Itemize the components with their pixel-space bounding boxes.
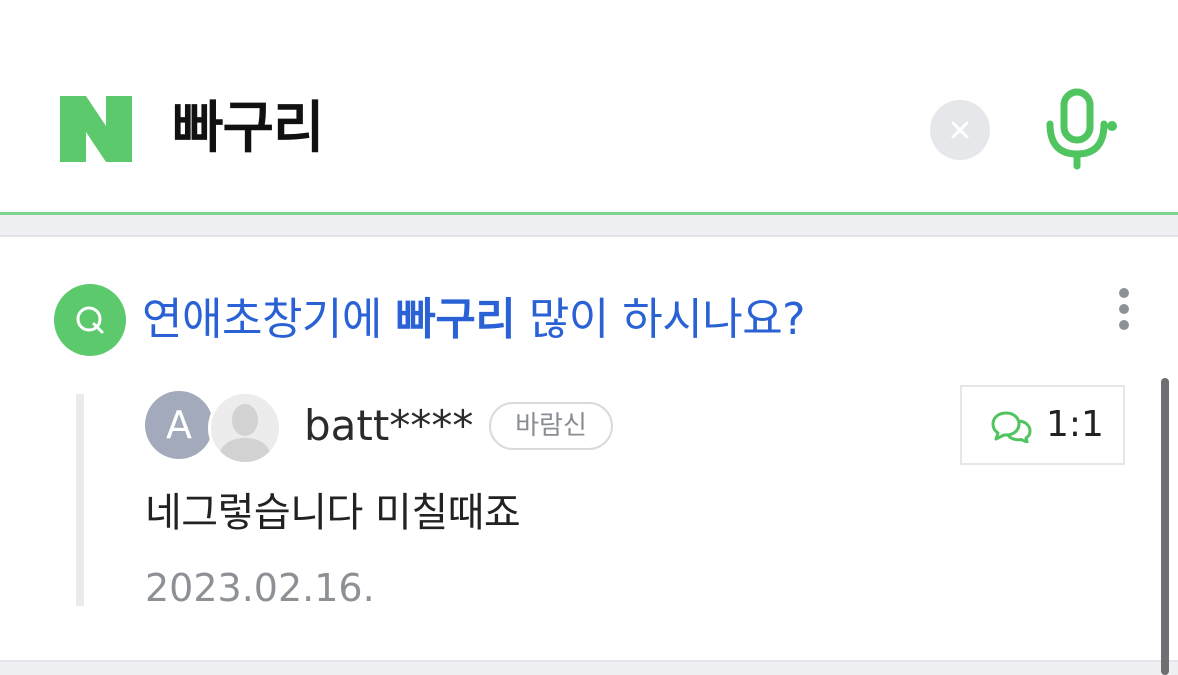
section-divider: [0, 215, 1178, 237]
question-badge: [54, 284, 126, 356]
user-grade-badge: 바람신: [489, 402, 613, 450]
more-options-button[interactable]: [1108, 286, 1140, 332]
naver-logo-icon: [60, 96, 132, 162]
search-input[interactable]: 빠구리: [172, 96, 325, 162]
question-title-before: 연애초창기에: [142, 294, 396, 345]
section-divider: [0, 660, 1178, 675]
more-dot: [1119, 304, 1129, 314]
q-letter-icon: [76, 306, 104, 334]
answer-text: 네그렇습니다 미칠때죠: [145, 490, 521, 536]
answer-quote-bar: [76, 394, 84, 606]
search-result-page: 빠구리 연애초창기에 빠구리 많이 하시나요? A batt**** 바람신 1…: [0, 0, 1178, 675]
one-to-one-chat-button[interactable]: 1:1: [960, 385, 1125, 465]
clear-search-button[interactable]: [930, 100, 990, 160]
search-header: 빠구리: [0, 0, 1178, 212]
voice-search-button[interactable]: [1042, 86, 1120, 172]
chat-bubbles-icon: [991, 411, 1032, 443]
question-title-link[interactable]: 연애초창기에 빠구리 많이 하시나요?: [142, 286, 806, 354]
question-title-after: 많이 하시나요?: [515, 294, 806, 345]
close-icon: [951, 121, 969, 139]
answer-date: 2023.02.16.: [145, 566, 375, 610]
naver-logo[interactable]: [60, 96, 132, 162]
more-dot: [1119, 288, 1129, 298]
avatar: A: [145, 391, 213, 459]
chat-button-label: 1:1: [1046, 404, 1104, 445]
user-silhouette-icon: [211, 394, 279, 462]
profile-avatar[interactable]: [208, 391, 282, 465]
microphone-icon: [1046, 88, 1117, 170]
question-title-highlight: 빠구리: [395, 294, 516, 345]
answer-username[interactable]: batt****: [304, 398, 473, 454]
more-dot: [1119, 320, 1129, 330]
scrollbar[interactable]: [1161, 378, 1169, 675]
